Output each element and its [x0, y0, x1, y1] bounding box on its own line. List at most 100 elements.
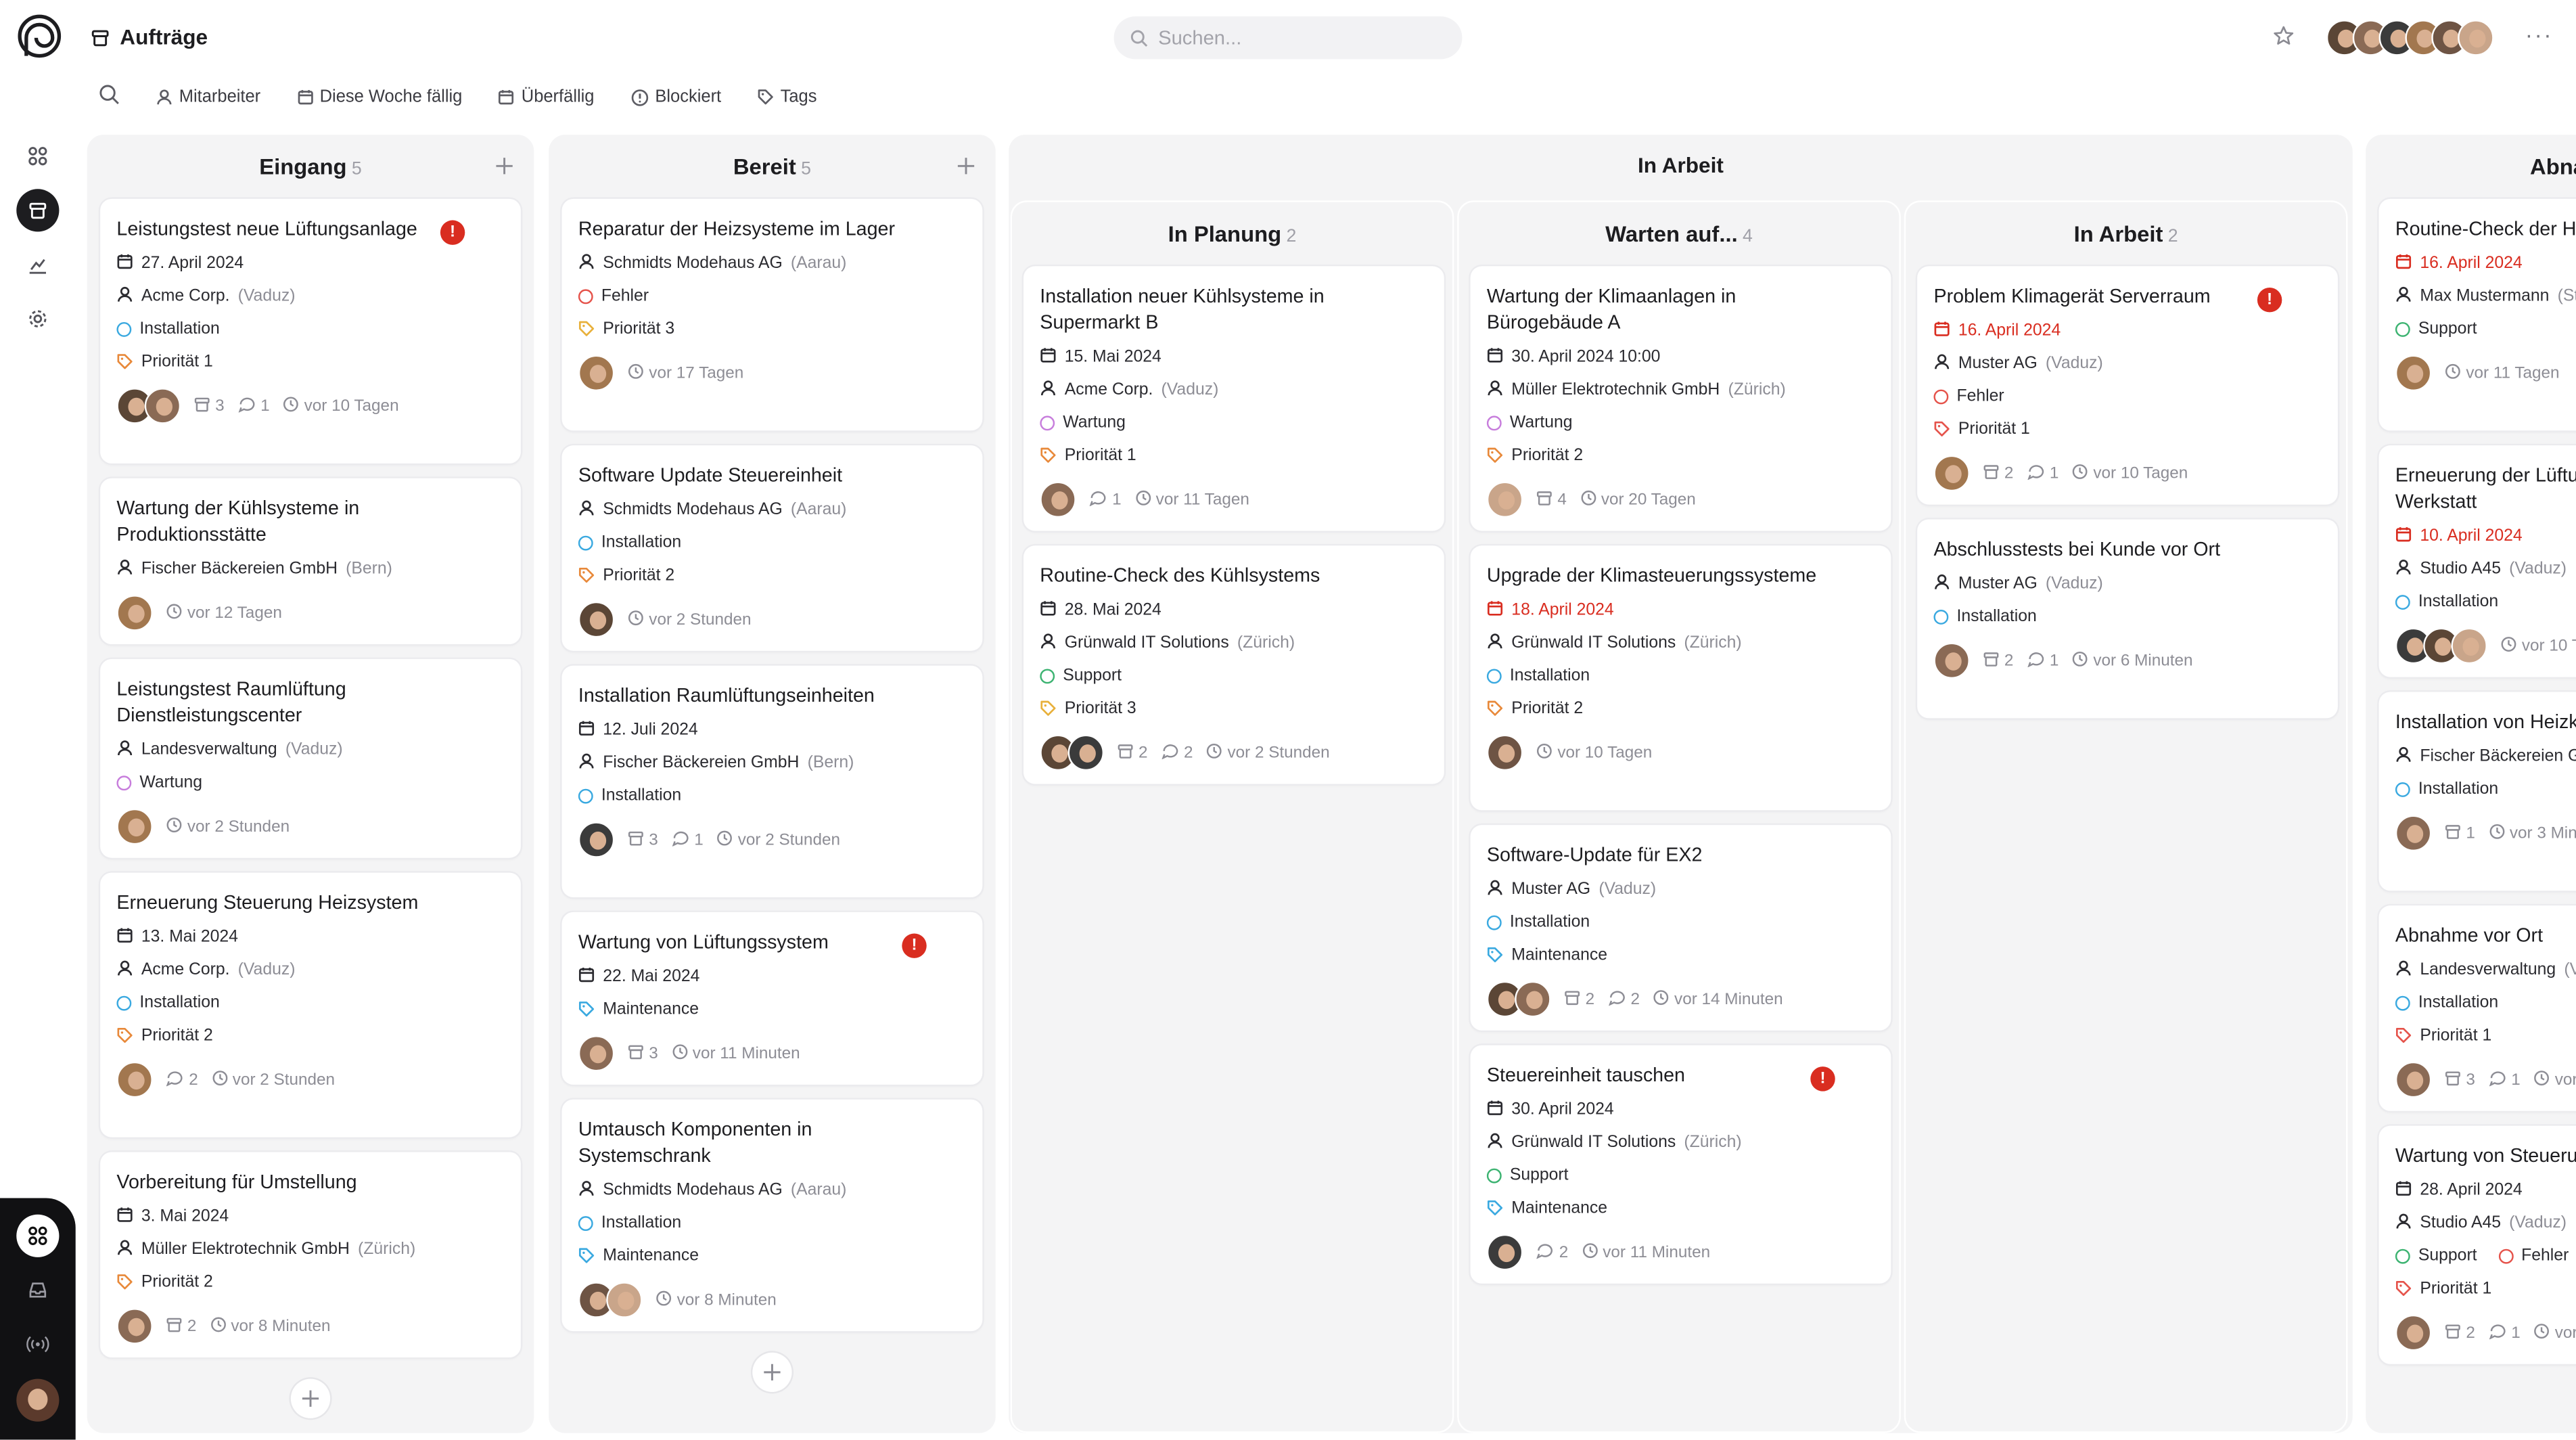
assignee-avatar[interactable] — [116, 808, 153, 845]
assignee-avatars[interactable] — [578, 355, 615, 392]
task-card[interactable]: Upgrade der Klimasteuerungssysteme 18. Ap… — [1470, 545, 1891, 811]
assignee-avatar[interactable] — [1515, 981, 1551, 1018]
assignee-avatar[interactable] — [1933, 455, 1970, 492]
assignee-avatars[interactable] — [578, 601, 615, 638]
assignee-avatar[interactable] — [578, 355, 615, 392]
assignee-avatars[interactable] — [1486, 1234, 1523, 1271]
task-card[interactable]: Wartung von Steuerungen 28. April 2024 Stu… — [2378, 1125, 2576, 1364]
assignee-avatars[interactable] — [1040, 734, 1105, 771]
more-options-icon[interactable]: ··· — [2525, 22, 2553, 48]
assignee-avatars[interactable] — [2395, 815, 2432, 852]
assignee-avatar[interactable] — [1067, 734, 1105, 771]
search-box[interactable] — [1113, 16, 1463, 60]
task-card[interactable]: Leistungstest neue Lüftungsanlage! 27. Ap… — [100, 198, 521, 464]
apps-grid-icon[interactable] — [16, 135, 59, 177]
task-card[interactable]: Vorbereitung für Umstellung 3. Mai 2024 Mü… — [100, 1152, 521, 1358]
app-logo-icon[interactable] — [16, 13, 62, 59]
add-card-plus-icon[interactable] — [956, 154, 975, 184]
task-card[interactable]: Routine-Check des Kühlsystems 28. Mai 202… — [1024, 545, 1444, 784]
assignee-avatars[interactable] — [2395, 627, 2487, 665]
task-card[interactable]: Erneuerung Steuerung Heizsystem 13. Mai 2… — [100, 872, 521, 1138]
assignee-avatar[interactable] — [116, 1061, 153, 1098]
client-location: (Bern) — [346, 559, 392, 578]
filter-überfällig[interactable]: Überfällig — [499, 87, 595, 107]
assignee-avatar[interactable] — [578, 822, 615, 858]
task-card[interactable]: Software-Update für EX2 Muster AG (Vaduz) I… — [1470, 825, 1891, 1031]
assignee-avatars[interactable] — [2395, 1061, 2432, 1098]
assignee-avatars[interactable] — [116, 808, 153, 845]
filter-search-icon[interactable] — [99, 84, 120, 110]
assignee-avatars[interactable] — [1486, 481, 1523, 518]
task-card[interactable]: Problem Klimagerät Serverraum! 16. April … — [1917, 266, 2338, 505]
add-card-button[interactable] — [290, 1378, 331, 1418]
attachments: 2 — [1983, 463, 2013, 485]
assignee-avatars[interactable] — [1933, 455, 1970, 492]
assignee-avatar[interactable] — [116, 1308, 153, 1345]
task-card[interactable]: Abnahme vor Ort Landesverwaltung (Vaduz) In… — [2378, 905, 2576, 1111]
assignee-avatar[interactable] — [1933, 642, 1970, 679]
assignee-avatar[interactable] — [1486, 481, 1523, 518]
assignee-avatar[interactable] — [578, 601, 615, 638]
assignee-avatars[interactable] — [578, 1282, 643, 1318]
assignee-avatars[interactable] — [116, 388, 181, 424]
task-card[interactable]: Installation Raumlüftungseinheiten 12. Ju… — [561, 665, 983, 898]
assignee-avatar[interactable] — [144, 388, 181, 424]
assignee-avatar[interactable] — [578, 1035, 615, 1072]
assignee-avatar[interactable] — [2395, 355, 2432, 392]
team-member-avatar[interactable] — [2458, 20, 2494, 56]
assignee-avatar[interactable] — [606, 1282, 643, 1318]
task-card[interactable]: Wartung der Kühlsysteme in Produktionsst… — [100, 478, 521, 645]
filter-diese-woche-fällig[interactable]: Diese Woche fällig — [297, 87, 462, 107]
task-card[interactable]: Wartung der Klimaanlagen in Bürogebäude … — [1470, 266, 1891, 531]
user-avatar[interactable] — [16, 1378, 60, 1422]
settings-gear-icon[interactable] — [16, 298, 59, 340]
tag-icon — [116, 353, 133, 369]
orders-box-icon[interactable] — [16, 189, 60, 232]
task-card[interactable]: Software Update Steuereinheit Schmidts Mo… — [561, 445, 983, 651]
assignee-avatar[interactable] — [2451, 627, 2487, 665]
assignee-avatar[interactable] — [2395, 1314, 2432, 1351]
task-card[interactable]: Reparatur der Heizsysteme im Lager Schmid… — [561, 198, 983, 431]
assignee-avatars[interactable] — [1933, 642, 1970, 679]
comment-count: 1 — [2511, 1324, 2521, 1342]
task-card[interactable]: Installation von Heizkörpern Fischer Bäck… — [2378, 692, 2576, 891]
filter-blockiert[interactable]: Blockiert — [630, 87, 721, 107]
filter-tags[interactable]: Tags — [758, 87, 816, 107]
assignee-avatar[interactable] — [1486, 1234, 1523, 1271]
add-card-plus-icon[interactable] — [495, 154, 514, 184]
assignee-avatars[interactable] — [116, 1061, 153, 1098]
due-date: 30. April 2024 — [1487, 1093, 1874, 1126]
assignee-avatars[interactable] — [116, 1308, 153, 1345]
search-input[interactable] — [1158, 26, 1438, 49]
assignee-avatars[interactable] — [116, 595, 153, 631]
assignee-avatars[interactable] — [1040, 481, 1076, 518]
add-card-button[interactable] — [752, 1352, 792, 1393]
assignee-avatar[interactable] — [116, 595, 153, 631]
assignee-avatars[interactable] — [1486, 734, 1523, 771]
task-card[interactable]: Routine-Check der Heizung 16. April 2024 M… — [2378, 198, 2576, 431]
inbox-icon[interactable] — [16, 1269, 59, 1311]
favorite-star-icon[interactable] — [2272, 24, 2295, 55]
analytics-chart-icon[interactable] — [16, 243, 59, 286]
assignee-avatar[interactable] — [1486, 734, 1523, 771]
team-avatars[interactable] — [2326, 20, 2494, 56]
task-card[interactable]: Umtausch Komponenten in Systemschrank Sch… — [561, 1099, 983, 1332]
filter-mitarbeiter[interactable]: Mitarbeiter — [156, 87, 260, 107]
task-card[interactable]: Abschlusstests bei Kunde vor Ort Muster A… — [1917, 519, 2338, 719]
assignee-avatars[interactable] — [578, 1035, 615, 1072]
task-card[interactable]: Wartung von Lüftungssystem! 22. Mai 2024 M… — [561, 912, 983, 1085]
task-card[interactable]: Erneuerung der Lüftung in Werkstatt 10. A… — [2378, 445, 2576, 677]
attachment-count: 2 — [2466, 1324, 2475, 1342]
assignee-avatar[interactable] — [2395, 815, 2432, 852]
task-card[interactable]: Leistungstest Raumlüftung Dienstleistung… — [100, 658, 521, 858]
assignee-avatars[interactable] — [578, 822, 615, 858]
assignee-avatars[interactable] — [2395, 1314, 2432, 1351]
task-card[interactable]: Installation neuer Kühlsysteme in Superm… — [1024, 266, 1444, 531]
task-card[interactable]: Steuereinheit tauschen! 30. April 2024 Grü… — [1470, 1045, 1891, 1284]
broadcast-icon[interactable] — [16, 1323, 59, 1366]
assignee-avatars[interactable] — [2395, 355, 2432, 392]
assignee-avatars[interactable] — [1486, 981, 1551, 1018]
workspace-grid-icon[interactable] — [16, 1214, 60, 1257]
assignee-avatar[interactable] — [1040, 481, 1076, 518]
assignee-avatar[interactable] — [2395, 1061, 2432, 1098]
